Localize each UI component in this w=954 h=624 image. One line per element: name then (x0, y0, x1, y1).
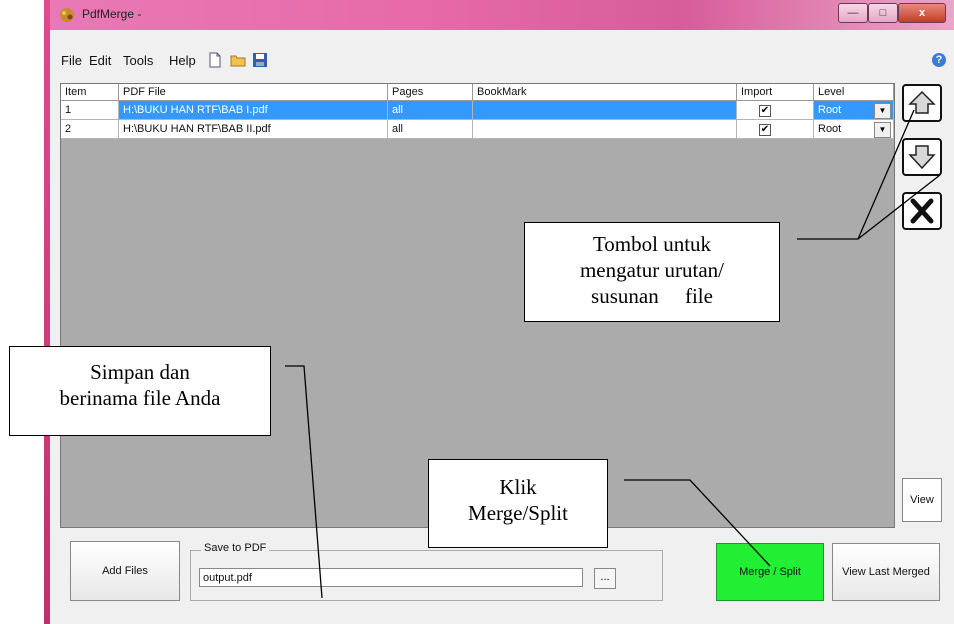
callout-line: susunan file (591, 284, 713, 308)
callout-line: Simpan dan (90, 360, 190, 384)
callout-line: Tombol untuk (592, 232, 712, 256)
callout-save-file: Simpan dan berinama file Anda (9, 346, 271, 436)
callout-line: Merge/Split (468, 501, 568, 525)
callout-merge-split: Klik Merge/Split (428, 459, 608, 548)
callout-order-buttons: Tombol untuk mengatur urutan/ susunan fi… (524, 222, 780, 322)
callout-line: berinama file Anda (59, 386, 221, 410)
callout-line: mengatur urutan/ (579, 258, 725, 282)
callout-line: Klik (499, 475, 537, 499)
